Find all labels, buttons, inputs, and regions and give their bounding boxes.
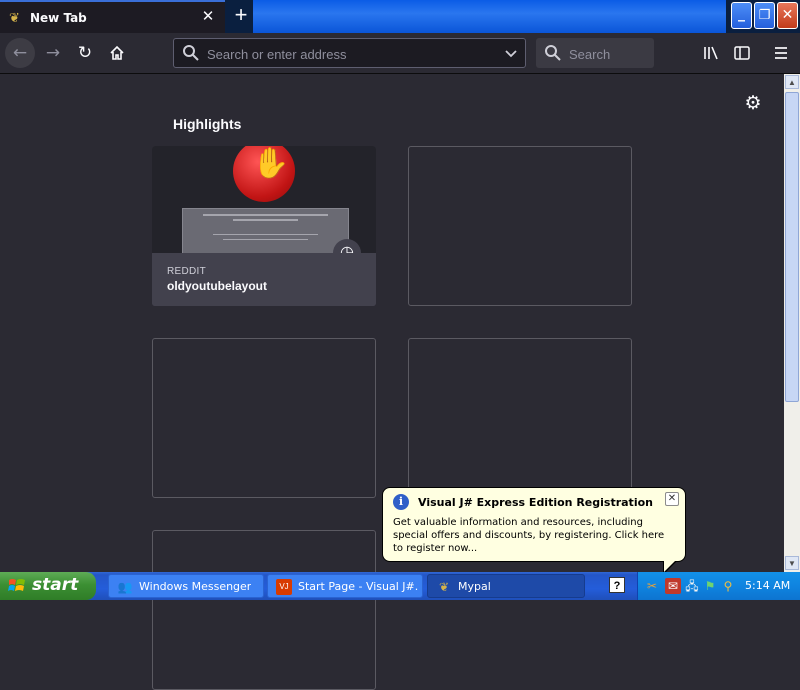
taskbar-item-windows-messenger[interactable]: 👥 Windows Messenger	[108, 574, 264, 598]
browser-titlebar: ❦ New Tab ✕ + _ ❐ ✕	[0, 0, 800, 33]
tab-new-tab[interactable]: ❦ New Tab ✕	[0, 0, 225, 33]
network-status-icon[interactable]: 🖧	[684, 578, 700, 594]
search-input[interactable]	[567, 41, 653, 67]
messenger-icon: 👥	[117, 580, 133, 594]
hand-icon: ✋	[252, 147, 290, 180]
card-title: oldyoutubelayout	[167, 279, 267, 293]
vertical-scrollbar[interactable]: ▲ ▼	[784, 74, 800, 572]
search-bar[interactable]	[536, 38, 654, 68]
highlight-card[interactable]: ✋ ◷ REDDIT oldyoutubelayout	[152, 146, 376, 306]
start-button[interactable]: start	[0, 572, 96, 600]
library-button[interactable]	[696, 38, 726, 68]
visual-studio-icon: VJ	[276, 579, 292, 595]
library-icon	[704, 46, 718, 60]
navigation-toolbar: ← → ↻	[0, 33, 800, 74]
reload-button[interactable]: ↻	[70, 38, 100, 68]
clock[interactable]: 5:14 AM	[745, 579, 790, 592]
back-arrow-icon: ←	[12, 43, 28, 63]
windows-logo-icon	[8, 579, 25, 591]
scroll-up-arrow[interactable]: ▲	[785, 75, 799, 89]
registration-balloon[interactable]: i Visual J# Express Edition Registration…	[382, 487, 686, 562]
balloon-message[interactable]: Get valuable information and resources, …	[393, 516, 677, 555]
restore-button[interactable]: ❐	[754, 2, 775, 29]
taskbar-item-visual-jsharp[interactable]: VJ Start Page - Visual J#...	[267, 574, 423, 598]
empty-highlight-slot	[408, 146, 632, 306]
task-label: Mypal	[458, 580, 491, 593]
preview-dialog	[182, 208, 349, 253]
new-tab-button[interactable]: +	[229, 4, 253, 28]
minimize-button[interactable]: _	[731, 2, 752, 29]
security-icon[interactable]: ⚑	[702, 578, 718, 594]
mail-icon[interactable]: ✉	[665, 578, 681, 594]
scroll-down-arrow[interactable]: ▼	[785, 556, 799, 570]
chevron-down-icon[interactable]	[503, 45, 519, 61]
empty-highlight-slot	[152, 530, 376, 690]
sidebar-button[interactable]	[727, 38, 757, 68]
sidebar-icon	[734, 46, 750, 60]
address-input[interactable]	[205, 41, 499, 67]
system-tray: ✂ ✉ 🖧 ⚑ ⚲ 5:14 AM	[637, 572, 800, 600]
tab-title: New Tab	[30, 11, 87, 25]
task-label: Windows Messenger	[139, 580, 252, 593]
plus-icon: +	[234, 2, 248, 27]
forward-button[interactable]: →	[38, 38, 68, 68]
balloon-tail-fill	[664, 561, 675, 572]
restore-icon: ❐	[758, 8, 771, 23]
back-button[interactable]: ←	[5, 38, 35, 68]
start-label: start	[32, 575, 79, 595]
network-tool-icon[interactable]: ✂	[644, 578, 660, 594]
close-window-button[interactable]: ✕	[777, 2, 798, 29]
taskbar-item-mypal[interactable]: ❦ Mypal	[427, 574, 585, 598]
close-icon: ✕	[781, 7, 794, 23]
info-icon: i	[393, 494, 409, 510]
card-source: REDDIT	[167, 266, 207, 277]
search-icon	[183, 45, 199, 61]
minimize-icon: _	[738, 6, 745, 22]
mypal-icon: ❦	[438, 580, 450, 594]
magnifier-icon[interactable]: ⚲	[720, 578, 736, 594]
empty-highlight-slot	[152, 338, 376, 498]
balloon-title: Visual J# Express Edition Registration	[418, 496, 653, 509]
forward-arrow-icon: →	[45, 43, 61, 63]
taskbar: start 👥 Windows Messenger VJ Start Page …	[0, 572, 800, 600]
titlebar-drag-area[interactable]	[253, 0, 726, 33]
scroll-thumb[interactable]	[785, 92, 799, 402]
card-preview-image: ✋	[152, 146, 376, 253]
hamburger-menu-icon	[775, 47, 787, 59]
mypal-icon: ❦	[9, 10, 20, 25]
close-icon[interactable]: ✕	[198, 7, 218, 27]
home-icon	[110, 45, 124, 60]
menu-button[interactable]	[766, 38, 796, 68]
search-icon	[545, 45, 561, 61]
card-meta: REDDIT oldyoutubelayout	[152, 253, 376, 306]
help-button[interactable]: ?	[609, 577, 625, 593]
balloon-close-button[interactable]: ✕	[665, 492, 679, 506]
home-button[interactable]	[102, 38, 132, 68]
highlights-title: Highlights	[173, 116, 242, 132]
reload-icon: ↻	[77, 43, 93, 63]
task-label: Start Page - Visual J#...	[298, 580, 418, 593]
empty-highlight-slot	[408, 338, 632, 498]
address-bar[interactable]	[173, 38, 526, 68]
gear-icon[interactable]: ⚙	[743, 94, 763, 114]
